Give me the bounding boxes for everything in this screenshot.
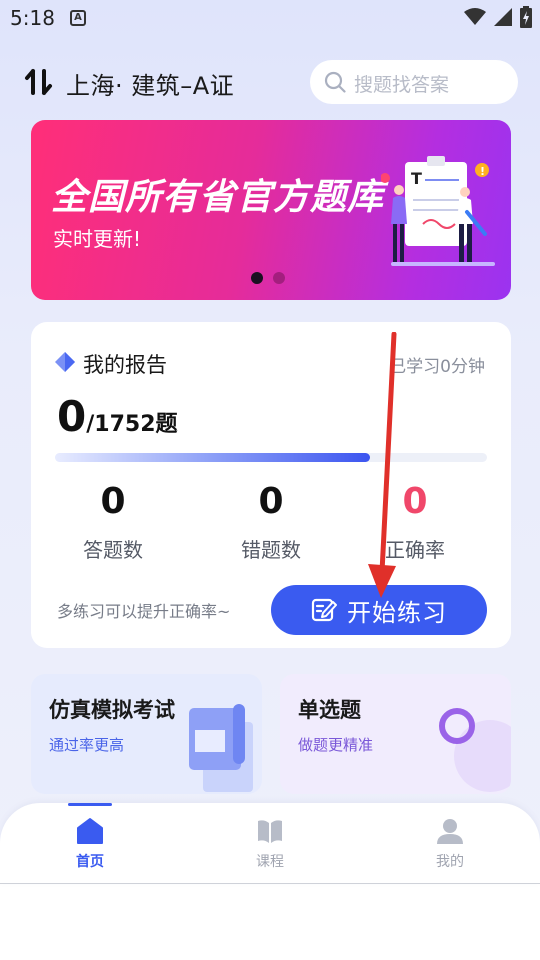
card-title: 单选题 (298, 698, 361, 722)
stat-label: 正确率 (385, 538, 445, 562)
search-icon (324, 71, 346, 93)
status-icons (464, 6, 532, 28)
book-icon (258, 820, 282, 843)
stat-wrong: 0 错题数 (211, 480, 331, 563)
status-bar: 5:18 A (0, 0, 540, 38)
stat-value: 0 (402, 481, 428, 522)
notification-icon: A (70, 10, 86, 26)
stat-answered: 0 答题数 (53, 480, 173, 563)
banner-title: 全国所有省官方题库 (51, 177, 385, 218)
stat-value: 0 (100, 481, 126, 522)
promo-banner[interactable]: 全国所有省官方题库 实时更新! T ! (31, 120, 511, 300)
banner-illustration: T ! (381, 156, 495, 266)
mock-exam-card[interactable]: 仿真模拟考试 通过率更高 (31, 674, 262, 794)
banner-subtitle: 实时更新! (53, 227, 142, 251)
report-title: 我的报告 (83, 353, 167, 377)
nav-active-indicator (68, 803, 112, 806)
exam-paper-icon (189, 704, 253, 792)
total-count: /1752题 (86, 412, 178, 437)
svg-text:!: ! (480, 165, 485, 178)
home-icon (77, 818, 103, 844)
location-selector[interactable]: 上海· 建筑–A证 (66, 66, 234, 101)
card-title: 仿真模拟考试 (49, 698, 175, 722)
practice-tip: 多练习可以提升正确率~ (57, 602, 231, 621)
card-subtitle: 通过率更高 (49, 736, 125, 754)
pagination-dot[interactable] (273, 272, 285, 284)
bottom-nav: 首页 课程 我的 (0, 803, 540, 884)
radio-circle-icon (439, 708, 511, 792)
banner-pagination (251, 272, 285, 284)
nav-label: 首页 (76, 854, 104, 870)
stat-label: 错题数 (241, 538, 301, 562)
switch-sort-icon[interactable] (24, 68, 54, 96)
card-subtitle: 做题更精准 (298, 736, 374, 754)
search-bar[interactable]: 搜题找答案 (310, 60, 518, 104)
nav-profile[interactable]: 我的 (410, 817, 490, 871)
svg-text:T: T (411, 169, 422, 188)
nav-home[interactable]: 首页 (50, 817, 130, 871)
signal-icon (494, 8, 512, 26)
pagination-dot-active[interactable] (251, 272, 263, 284)
start-practice-label: 开始练习 (347, 598, 447, 627)
progress-count: 0/1752题 (57, 392, 178, 441)
nav-courses[interactable]: 课程 (230, 817, 310, 871)
done-count: 0 (57, 392, 87, 441)
nav-label: 我的 (436, 854, 464, 870)
progress-bar (55, 453, 487, 462)
search-placeholder: 搜题找答案 (354, 74, 450, 96)
stat-value: 0 (258, 481, 284, 522)
edit-icon (311, 598, 337, 622)
nav-label: 课程 (256, 854, 284, 870)
report-card: 我的报告 已学习0分钟 0/1752题 0 答题数 0 错题数 0 正确率 多练… (31, 322, 511, 648)
status-time: 5:18 (10, 6, 55, 30)
battery-icon (520, 6, 532, 28)
single-choice-card[interactable]: 单选题 做题更精准 (280, 674, 511, 794)
wifi-icon (464, 8, 486, 25)
header: 上海· 建筑–A证 搜题找答案 (0, 58, 540, 106)
study-time: 已学习0分钟 (389, 357, 485, 377)
stat-accuracy: 0 正确率 (355, 480, 475, 563)
progress-fill (55, 453, 371, 462)
start-practice-button[interactable]: 开始练习 (271, 585, 487, 635)
report-diamond-icon (55, 352, 75, 372)
stat-label: 答题数 (83, 538, 143, 562)
user-icon (437, 819, 463, 844)
